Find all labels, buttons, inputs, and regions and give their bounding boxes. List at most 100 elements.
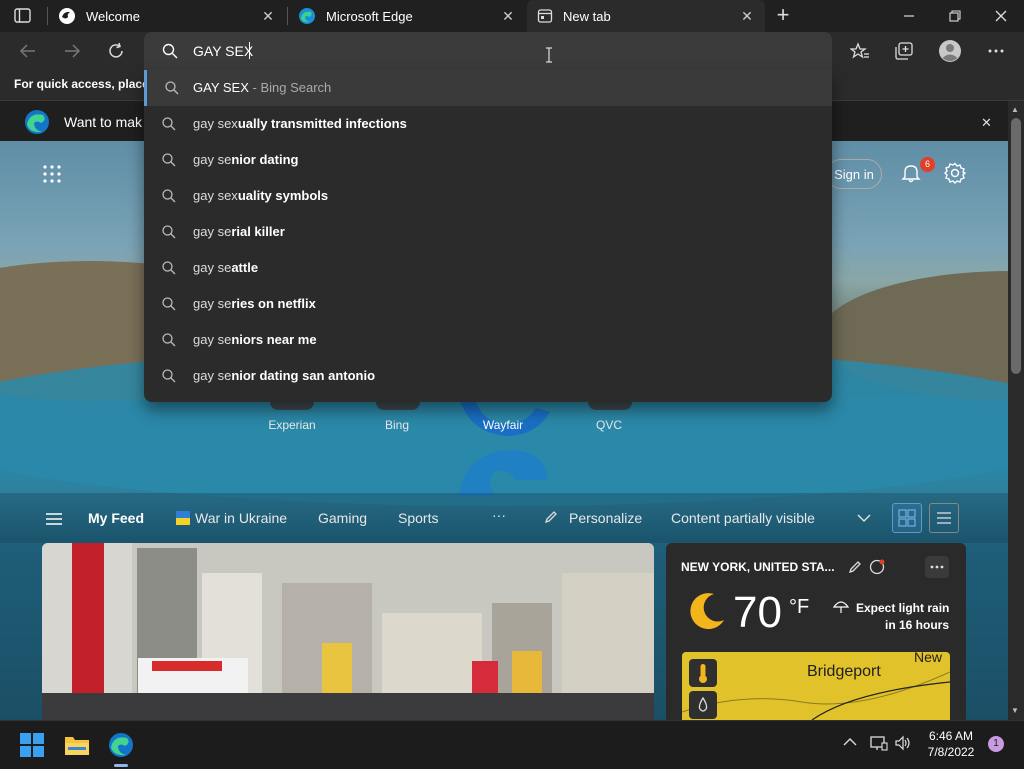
profile-avatar[interactable] [938,39,962,63]
refresh-icon[interactable] [104,39,128,63]
chevron-up-icon[interactable] [843,737,857,747]
tab-title: Welcome [86,8,140,24]
scroll-up-icon[interactable]: ▲ [1011,105,1019,114]
suggestion-item[interactable]: gay sexually transmitted infections [144,106,832,142]
notifications-bell-icon[interactable] [901,163,921,183]
suggestion-completion: nior dating [231,152,299,167]
network-icon[interactable] [870,735,888,751]
favorites-icon[interactable] [848,39,872,63]
suggestion-item[interactable]: gay series on netflix [144,286,832,322]
suggestion-typed: gay se [193,368,232,383]
suggestion-completion: ually transmitted infections [237,116,407,131]
collections-icon[interactable] [892,39,916,63]
feed-tab-gaming[interactable]: Gaming [318,510,367,526]
forward-icon[interactable] [60,39,84,63]
suggestion-typed: gay se [193,260,232,275]
taskbar-time[interactable]: 6:46 AM [924,729,978,743]
weather-unit[interactable]: °F [789,596,809,619]
feed-more-icon[interactable]: ··· [492,507,506,523]
feed-tab-sports[interactable]: Sports [398,510,438,526]
edge-taskbar-icon[interactable] [108,732,134,758]
tab-actions-icon[interactable] [14,8,32,24]
search-icon [162,297,176,311]
weather-map-city2: New [914,649,943,665]
close-tab-icon[interactable]: ✕ [260,8,276,24]
suggestion-item[interactable]: gay serial killer [144,214,832,250]
suggestion-item[interactable]: gay sexuality symbols [144,178,832,214]
close-window-button[interactable] [978,0,1024,32]
tab-new-tab[interactable]: New tab ✕ [527,0,765,32]
suggestion-item[interactable]: gay seattle [144,250,832,286]
suggestion-completion: ries on netflix [231,296,316,311]
close-info-bar-icon[interactable]: ✕ [981,115,992,131]
notification-center-badge[interactable]: 1 [988,736,1004,752]
suggestion-typed: gay se [193,332,232,347]
file-explorer-icon[interactable] [64,733,90,757]
suggestion-item[interactable]: gay senior dating [144,142,832,178]
text-caret [249,42,250,59]
personalize-button[interactable]: Personalize [569,510,642,526]
suggestion-item[interactable]: gay senior dating san antonio [144,358,832,394]
windows-start-icon[interactable] [20,733,44,757]
search-icon [162,153,176,167]
minimize-button[interactable] [886,0,932,32]
close-tab-icon[interactable]: ✕ [739,8,755,24]
news-card-image[interactable] [42,543,654,720]
tab-title: New tab [563,8,611,24]
weather-forecast-line1: Expect light rain [856,601,950,615]
settings-gear-icon[interactable] [944,162,966,184]
weather-forecast-line2: in 16 hours [885,618,950,632]
content-visibility-dropdown[interactable]: Content partially visible [671,510,815,526]
edit-location-icon[interactable] [848,560,862,574]
suggestion-typed: gay se [193,224,232,239]
list-view-button[interactable] [929,503,959,533]
edge-logo-icon [24,109,50,135]
thermometer-icon[interactable] [689,659,717,687]
feed-menu-icon[interactable] [45,512,63,526]
scroll-down-icon[interactable]: ▼ [1011,706,1019,715]
precipitation-icon[interactable] [689,691,717,719]
sign-in-button[interactable]: Sign in [826,159,882,189]
pencil-icon [544,510,558,524]
address-bar-input[interactable]: GAY SEX [193,43,253,59]
more-options-icon[interactable] [984,39,1008,63]
suggestion-query: GAY SEX [193,80,249,95]
tab-microsoft-edge[interactable]: Microsoft Edge ✕ [288,0,526,32]
suggestion-completion: nior dating san antonio [231,368,376,383]
favorites-bar-hint: For quick access, place y [14,77,159,91]
search-icon [162,43,178,59]
search-icon [162,261,176,275]
weather-more-button[interactable] [925,556,949,578]
quick-link-label-bing[interactable]: Bing [357,418,437,432]
volume-icon[interactable] [894,735,912,751]
umbrella-icon [833,600,849,614]
weather-map-city: Bridgeport [807,663,881,680]
quick-link-label-wayfair[interactable]: Wayfair [463,418,543,432]
suggestion-typed: gay se [193,152,232,167]
suggestion-completion: niors near me [231,332,317,347]
suggestion-completion: rial killer [231,224,285,239]
feed-tab-my-feed[interactable]: My Feed [88,510,144,526]
new-tab-icon [537,8,553,24]
suggestion-item[interactable]: gay seniors near me [144,322,832,358]
quick-link-label-experian[interactable]: Experian [252,418,332,432]
quick-link-label-qvc[interactable]: QVC [569,418,649,432]
search-icon [162,225,176,239]
scrollbar-thumb[interactable] [1011,118,1021,374]
weather-alert-icon[interactable] [869,559,885,575]
apps-launcher-icon[interactable] [43,165,61,183]
close-tab-icon[interactable]: ✕ [500,8,516,24]
back-icon[interactable] [16,39,40,63]
tab-welcome[interactable]: Welcome ✕ [48,0,286,32]
tab-title: Microsoft Edge [326,8,413,24]
new-tab-button[interactable]: + [772,4,794,27]
weather-location[interactable]: NEW YORK, UNITED STA... [681,560,835,574]
feed-tab-war-in-ukraine[interactable]: War in Ukraine [195,510,287,526]
restore-button[interactable] [932,0,978,32]
grid-view-button[interactable] [892,503,922,533]
chevron-down-icon[interactable] [857,513,871,523]
text-cursor-icon [544,46,554,64]
taskbar-date[interactable]: 7/8/2022 [924,745,978,759]
suggestion-item[interactable]: GAY SEX - Bing Search [144,70,832,106]
weather-temperature: 70 [733,588,782,637]
